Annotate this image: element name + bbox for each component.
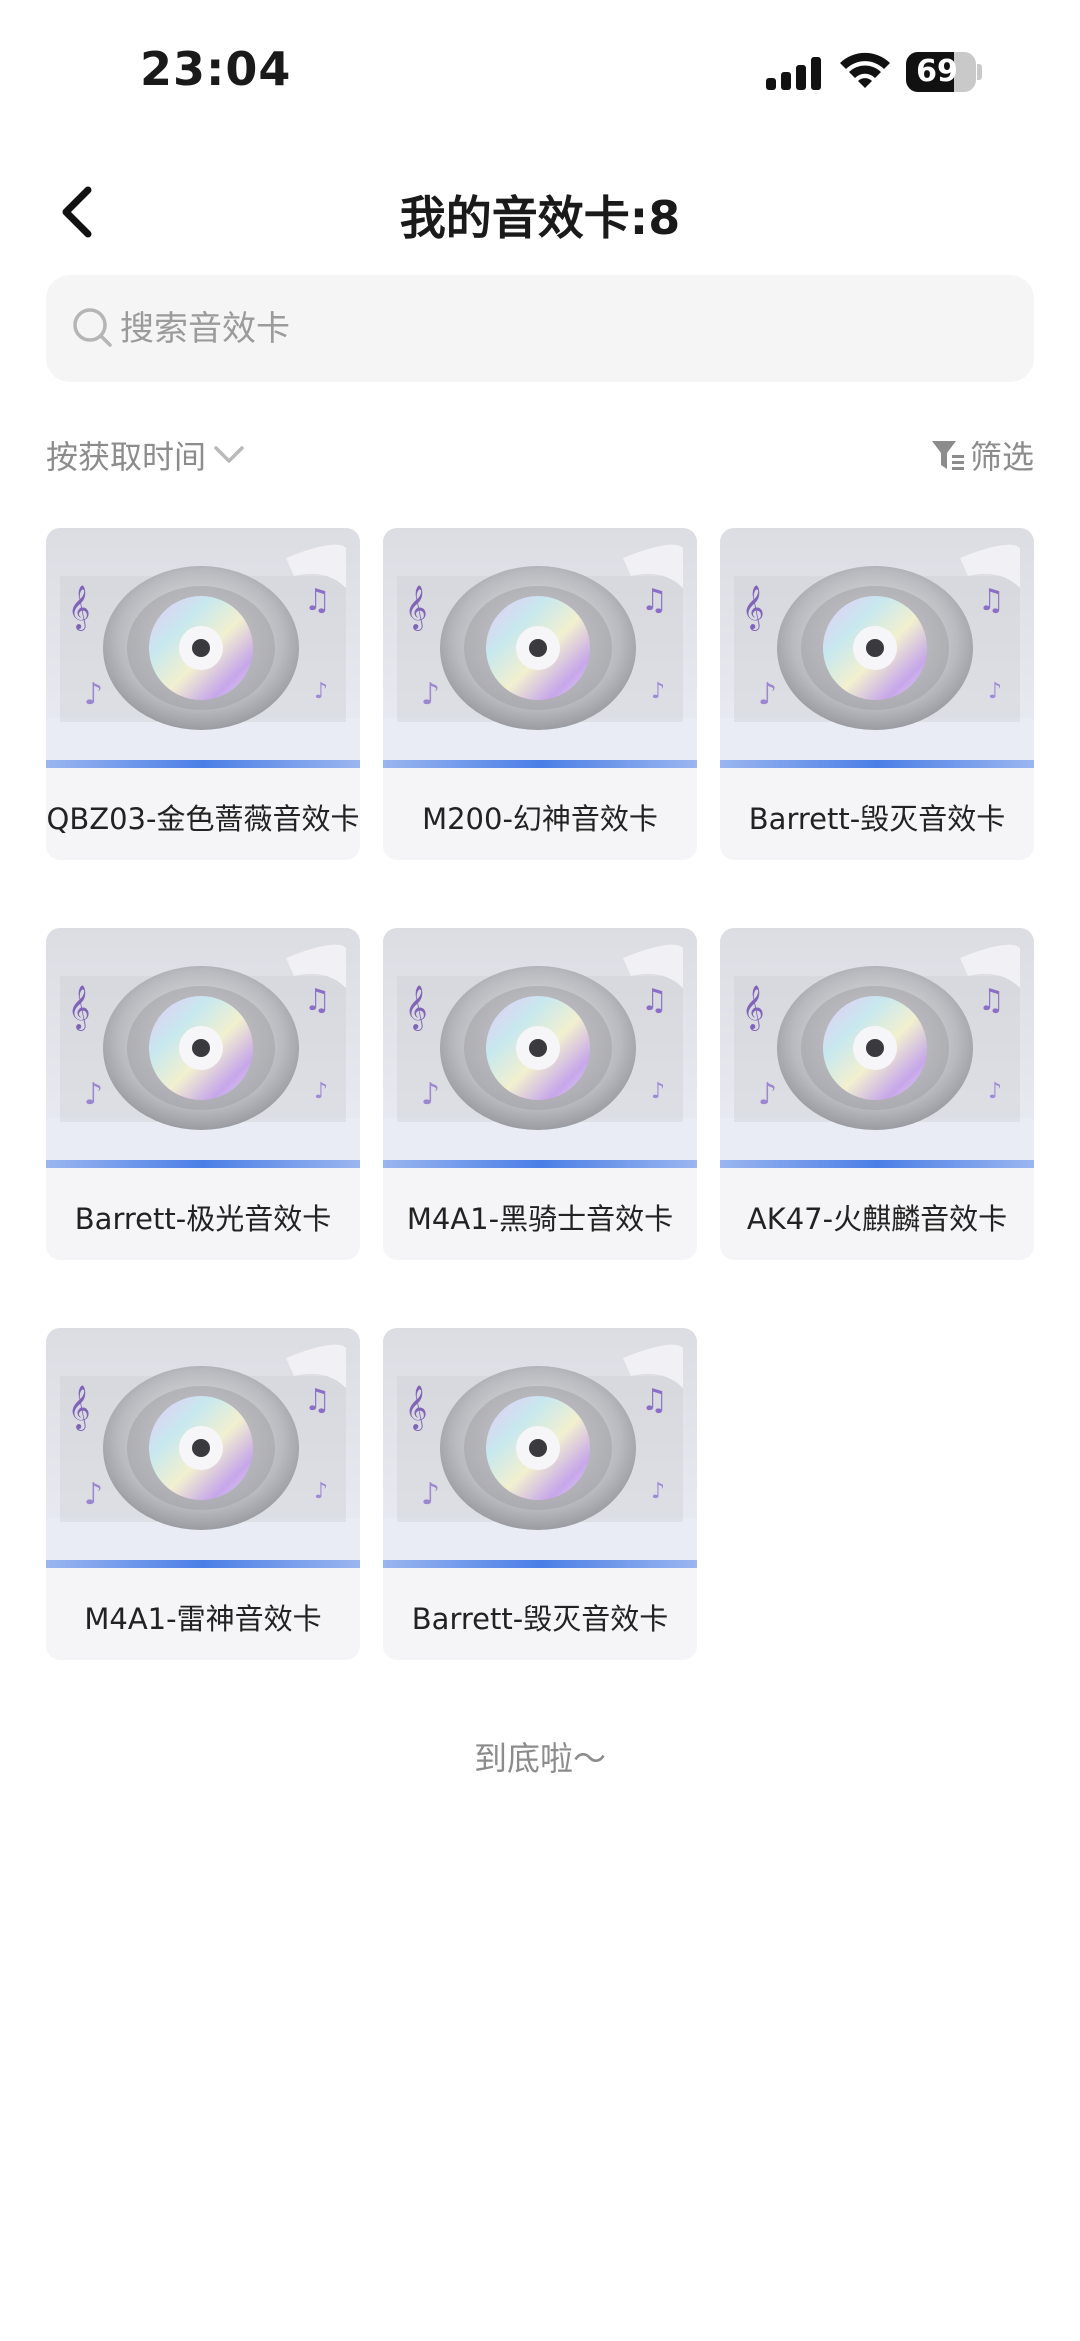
svg-text:♪: ♪ (314, 679, 328, 704)
svg-text:♪: ♪ (651, 679, 665, 704)
svg-text:♪: ♪ (758, 1077, 777, 1112)
svg-text:♪: ♪ (421, 1077, 440, 1112)
list-end-text: 到底啦～ (474, 1739, 606, 1778)
svg-text:♪: ♪ (651, 1479, 665, 1504)
svg-text:♪: ♪ (758, 677, 777, 712)
sound-card[interactable]: 𝄞 ♫ ♪ ♪ M200-幻神音效卡 (383, 528, 697, 860)
sort-label: 按获取时间 (46, 438, 207, 476)
sound-card-name: Barrett-毁灭音效卡 (748, 802, 1006, 836)
sound-card-name: M4A1-雷神音效卡 (84, 1602, 322, 1636)
sort-filter-row: 按获取时间 筛选 (46, 425, 1034, 485)
svg-text:♪: ♪ (314, 1479, 328, 1504)
signal-icon (766, 56, 822, 90)
sound-card-name: M200-幻神音效卡 (422, 802, 658, 836)
sound-card-name: QBZ03-金色蔷薇音效卡 (46, 802, 360, 836)
sort-dropdown[interactable]: 按获取时间 (46, 425, 246, 485)
sound-card-thumbnail: 𝄞 ♫ ♪ ♪ (720, 528, 1034, 768)
svg-text:𝄞: 𝄞 (405, 985, 427, 1031)
sound-card-thumbnail: 𝄞 ♫ ♪ ♪ (383, 1328, 697, 1568)
sound-card-thumbnail: 𝄞 ♫ ♪ ♪ (720, 928, 1034, 1168)
filter-icon (931, 441, 964, 470)
page-title: 我的音效卡:8 (399, 191, 681, 245)
sound-card[interactable]: 𝄞 ♫ ♪ ♪ QBZ03-金色蔷薇音效卡 (46, 528, 360, 860)
svg-text:♫: ♫ (304, 583, 331, 618)
status-bar: 23:04 69 (0, 0, 1080, 130)
svg-text:♪: ♪ (421, 1477, 440, 1512)
filter-label: 筛选 (969, 438, 1034, 476)
search-icon (73, 308, 112, 347)
svg-text:♪: ♪ (84, 677, 103, 712)
sound-card-thumbnail: 𝄞 ♫ ♪ ♪ (383, 528, 697, 768)
filter-button[interactable]: 筛选 (930, 425, 1034, 485)
sound-card[interactable]: 𝄞 ♫ ♪ ♪ AK47-火麒麟音效卡 (720, 928, 1034, 1260)
search-input[interactable] (120, 275, 1000, 382)
svg-text:𝄞: 𝄞 (742, 985, 764, 1031)
sound-card-name: AK47-火麒麟音效卡 (746, 1202, 1008, 1236)
svg-text:𝄞: 𝄞 (742, 585, 764, 631)
svg-text:♫: ♫ (641, 983, 668, 1018)
svg-text:♪: ♪ (988, 679, 1002, 704)
sound-card-thumbnail: 𝄞 ♫ ♪ ♪ (46, 528, 360, 768)
svg-text:♫: ♫ (978, 983, 1005, 1018)
sound-card[interactable]: 𝄞 ♫ ♪ ♪ Barrett-毁灭音效卡 (383, 1328, 697, 1660)
sound-card[interactable]: 𝄞 ♫ ♪ ♪ M4A1-黑骑士音效卡 (383, 928, 697, 1260)
sound-card-name: M4A1-黑骑士音效卡 (406, 1202, 674, 1236)
sound-card-thumbnail: 𝄞 ♫ ♪ ♪ (46, 928, 360, 1168)
svg-text:♪: ♪ (84, 1077, 103, 1112)
header: 我的音效卡:8 (0, 160, 1080, 260)
sound-card-name: Barrett-毁灭音效卡 (411, 1602, 669, 1636)
chevron-down-icon (214, 446, 244, 463)
sound-card[interactable]: 𝄞 ♫ ♪ ♪ M4A1-雷神音效卡 (46, 1328, 360, 1660)
sound-card-thumbnail: 𝄞 ♫ ♪ ♪ (46, 1328, 360, 1568)
svg-text:♪: ♪ (314, 1079, 328, 1104)
status-time: 23:04 (140, 42, 292, 96)
svg-text:𝄞: 𝄞 (68, 585, 90, 631)
svg-text:♫: ♫ (641, 583, 668, 618)
svg-text:𝄞: 𝄞 (68, 1385, 90, 1431)
svg-text:♪: ♪ (988, 1079, 1002, 1104)
svg-text:♪: ♪ (84, 1477, 103, 1512)
svg-text:𝄞: 𝄞 (405, 1385, 427, 1431)
wifi-icon (840, 52, 890, 88)
sound-card-name: Barrett-极光音效卡 (74, 1202, 332, 1236)
search-box[interactable] (46, 275, 1034, 382)
battery-percent: 69 (916, 54, 958, 89)
sound-card-thumbnail: 𝄞 ♫ ♪ ♪ (383, 928, 697, 1168)
svg-text:♪: ♪ (651, 1079, 665, 1104)
svg-text:♪: ♪ (421, 677, 440, 712)
svg-text:𝄞: 𝄞 (405, 585, 427, 631)
svg-text:♫: ♫ (978, 583, 1005, 618)
sound-card[interactable]: 𝄞 ♫ ♪ ♪ Barrett-极光音效卡 (46, 928, 360, 1260)
svg-text:♫: ♫ (304, 1383, 331, 1418)
svg-text:♫: ♫ (641, 1383, 668, 1418)
svg-text:𝄞: 𝄞 (68, 985, 90, 1031)
battery-icon: 69 (906, 52, 982, 92)
sound-card[interactable]: 𝄞 ♫ ♪ ♪ Barrett-毁灭音效卡 (720, 528, 1034, 860)
svg-text:♫: ♫ (304, 983, 331, 1018)
